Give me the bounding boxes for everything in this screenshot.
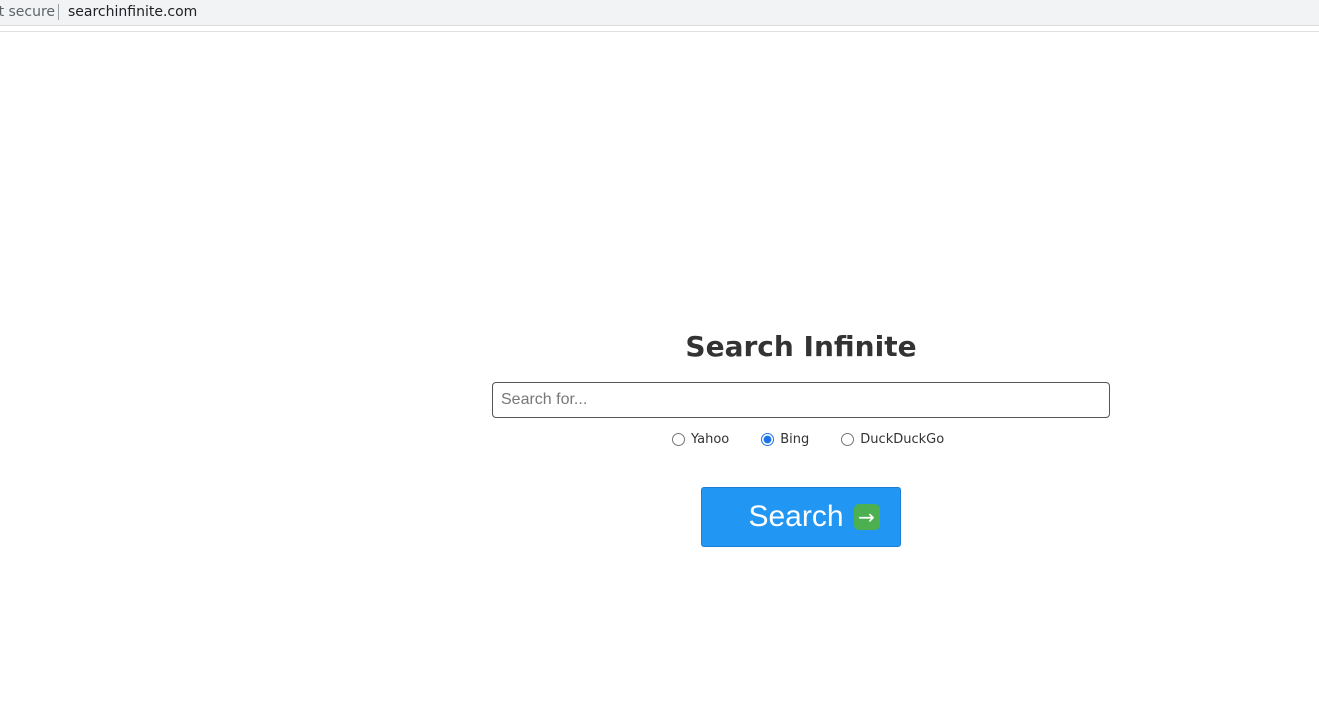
engine-radio-bing[interactable]: [761, 432, 775, 446]
engine-radio-yahoo[interactable]: [672, 432, 685, 446]
page-title: Search Infinite: [685, 330, 917, 363]
address-separator: [58, 4, 59, 20]
address-bar[interactable]: ot secure searchinfinite.com: [0, 0, 1319, 26]
engine-option-yahoo[interactable]: Yahoo: [668, 432, 729, 447]
page-content: [0, 31, 1319, 727]
search-button[interactable]: Search →: [701, 487, 901, 547]
url-text[interactable]: searchinfinite.com: [68, 4, 197, 20]
search-button-label: Search: [748, 500, 844, 533]
engine-selector: Yahoo Bing DuckDuckGo: [668, 428, 972, 450]
engine-label-duckduckgo: DuckDuckGo: [860, 431, 945, 447]
engine-label-bing: Bing: [780, 431, 810, 447]
security-indicator[interactable]: ot secure: [0, 4, 55, 20]
engine-option-bing[interactable]: Bing: [757, 432, 809, 447]
arrow-right-icon: →: [853, 504, 880, 530]
engine-option-duckduckgo[interactable]: DuckDuckGo: [837, 432, 944, 447]
search-input[interactable]: [492, 382, 1110, 418]
engine-label-yahoo: Yahoo: [691, 431, 730, 447]
engine-radio-duckduckgo[interactable]: [841, 432, 855, 446]
